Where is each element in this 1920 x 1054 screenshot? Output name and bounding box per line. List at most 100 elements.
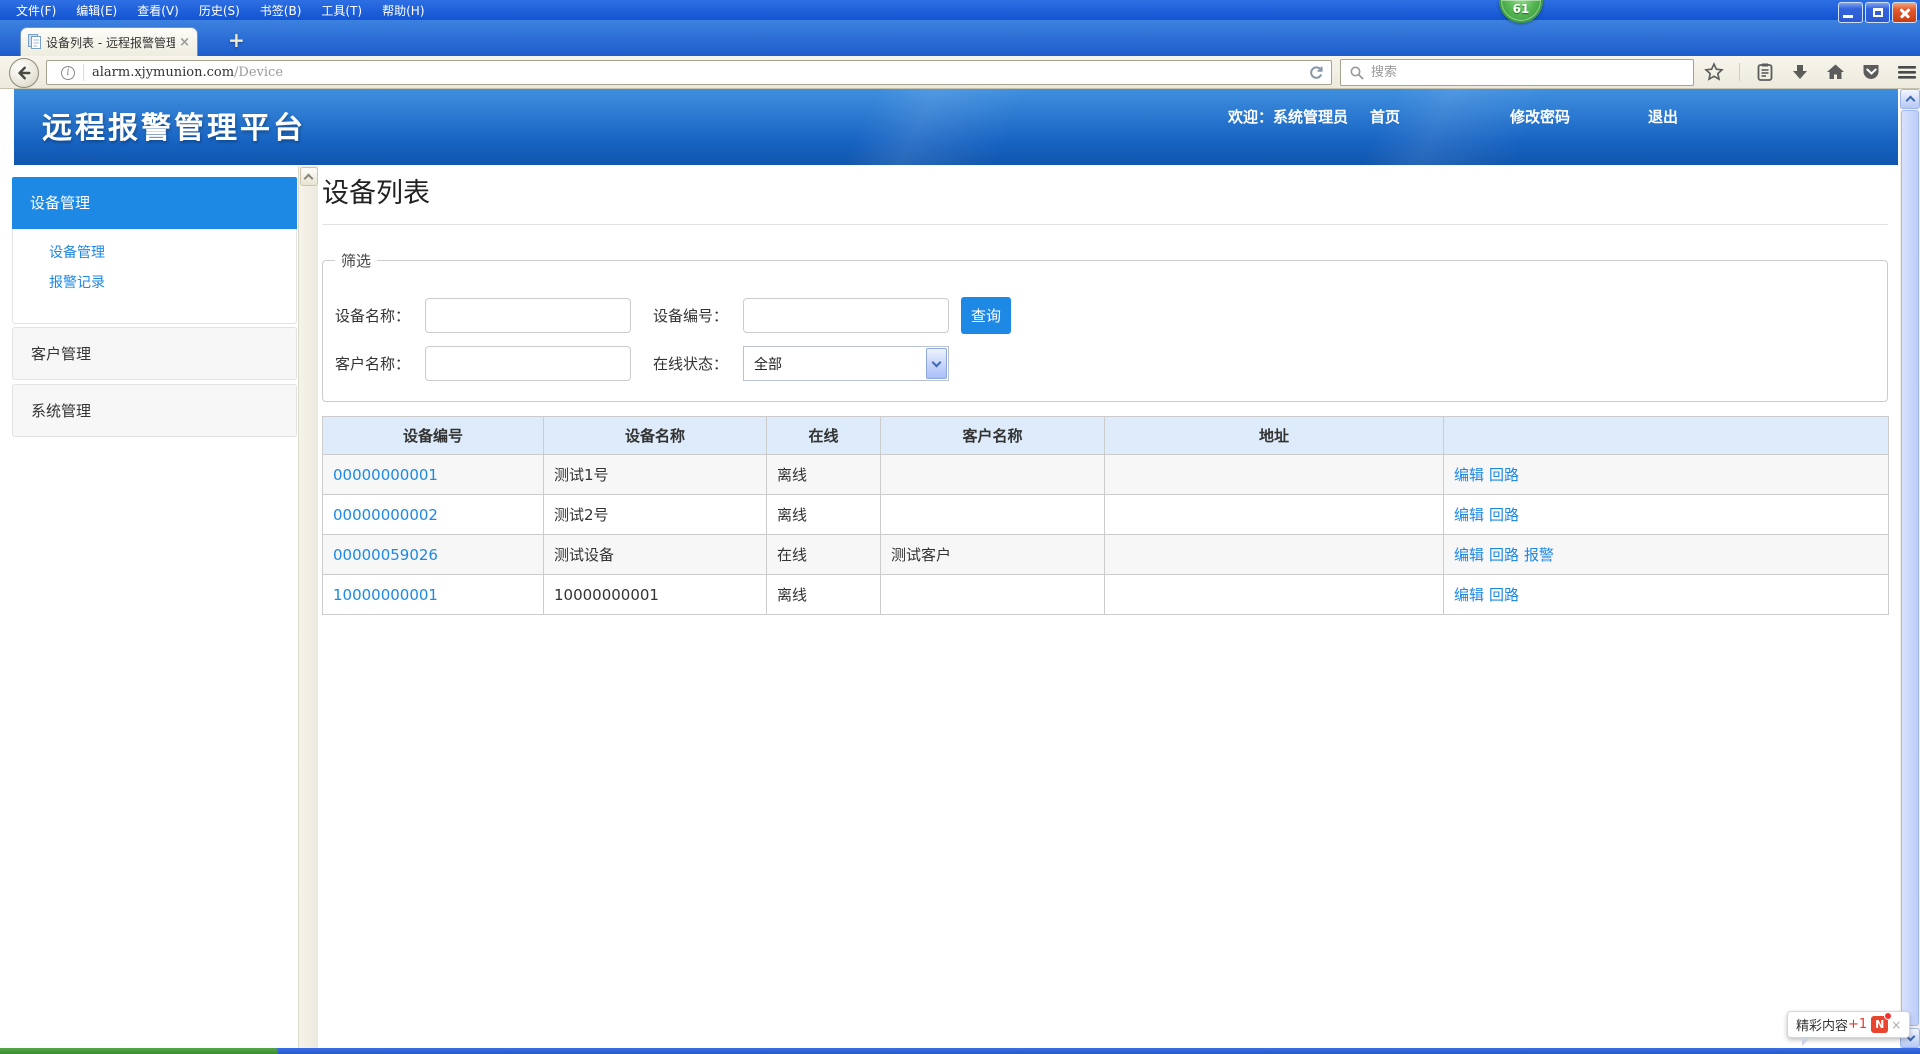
scrollbar-thumb[interactable] — [1901, 110, 1919, 1026]
new-tab-button[interactable]: + — [228, 30, 245, 50]
scroll-up-button[interactable] — [300, 167, 318, 186]
device-name-cell: 测试设备 — [544, 535, 767, 575]
bookmark-star-icon[interactable] — [1704, 62, 1724, 82]
nav-home-link[interactable]: 首页 — [1370, 106, 1400, 127]
col-online: 在线 — [767, 417, 881, 455]
restore-button[interactable] — [1865, 2, 1890, 23]
device-table: 设备编号 设备名称 在线 客户名称 地址 00000000001 测试1号 离线… — [322, 416, 1889, 615]
browser-search-box[interactable] — [1340, 59, 1694, 86]
loop-link[interactable]: 回路 — [1489, 466, 1519, 484]
tab-bar: 设备列表 - 远程报警管理… × + — [0, 20, 1920, 56]
sidebar-scrollbar[interactable] — [298, 166, 318, 1048]
customer-cell — [881, 575, 1105, 615]
url-bar[interactable]: i alarm.xjymunion.com/Device — [46, 60, 1332, 85]
select-dropdown-button[interactable] — [926, 348, 947, 379]
nav-logout-link[interactable]: 退出 — [1648, 106, 1678, 127]
edit-link[interactable]: 编辑 — [1454, 506, 1484, 524]
sidebar-section-customer-management[interactable]: 客户管理 — [12, 327, 297, 380]
download-icon[interactable] — [1790, 62, 1810, 82]
promo-popup[interactable]: 精彩内容 +1 N × — [1787, 1011, 1910, 1038]
customer-name-label: 客户名称： — [335, 353, 425, 374]
nav-change-password-link[interactable]: 修改密码 — [1510, 106, 1570, 127]
edit-link[interactable]: 编辑 — [1454, 466, 1484, 484]
menu-help[interactable]: 帮助(H) — [372, 0, 434, 21]
sidebar-section-device-management[interactable]: 设备管理 — [12, 177, 297, 229]
popup-tail — [1802, 1037, 1811, 1046]
sidebar-item-device-management[interactable]: 设备管理 — [49, 238, 105, 268]
minimize-button[interactable] — [1838, 2, 1863, 23]
chevron-up-icon — [1905, 96, 1915, 106]
home-icon[interactable] — [1825, 62, 1846, 82]
device-no-link[interactable]: 00000000001 — [333, 466, 438, 484]
site-info-icon[interactable]: i — [61, 66, 75, 80]
search-icon — [1349, 65, 1365, 81]
edit-link[interactable]: 编辑 — [1454, 586, 1484, 604]
menu-view[interactable]: 查看(V) — [127, 0, 189, 21]
alarm-link[interactable]: 报警 — [1524, 546, 1554, 564]
page-scrollbar[interactable] — [1900, 89, 1920, 1048]
loop-link[interactable]: 回路 — [1489, 506, 1519, 524]
loop-link[interactable]: 回路 — [1489, 586, 1519, 604]
pocket-icon[interactable] — [1861, 62, 1881, 82]
online-status-select[interactable]: 全部 — [743, 346, 949, 381]
menu-edit[interactable]: 编辑(E) — [66, 0, 127, 21]
browser-tab[interactable]: 设备列表 - 远程报警管理… × — [20, 27, 198, 56]
popup-close-icon[interactable]: × — [1891, 1018, 1901, 1032]
url-path: /Device — [234, 65, 283, 80]
table-row: 00000000002 测试2号 离线 编辑回路 — [323, 495, 1889, 535]
reload-button[interactable] — [1308, 65, 1324, 81]
tab-title: 设备列表 - 远程报警管理… — [46, 34, 175, 51]
menu-icon[interactable] — [1896, 62, 1918, 82]
device-no-link[interactable]: 00000059026 — [333, 546, 438, 564]
close-button[interactable] — [1892, 2, 1917, 23]
status-badge: 在线 — [767, 535, 881, 575]
sidebar-item-alarm-records[interactable]: 报警记录 — [49, 268, 105, 298]
url-text: alarm.xjymunion.com/Device — [92, 65, 283, 80]
filter-panel: 筛选 设备名称： 设备编号： 查询 客户名称： 在线状态： 全部 — [322, 250, 1888, 402]
page-title: 设备列表 — [322, 171, 1888, 210]
popup-count: +1 — [1848, 1017, 1867, 1032]
menu-bookmarks[interactable]: 书签(B) — [250, 0, 312, 21]
divider — [1739, 63, 1740, 81]
device-no-link[interactable]: 00000000002 — [333, 506, 438, 524]
news-app-letter: N — [1875, 1018, 1884, 1031]
divider — [83, 64, 84, 81]
popup-text: 精彩内容 — [1796, 1015, 1848, 1034]
filter-legend: 筛选 — [335, 250, 377, 271]
browser-menubar: 文件(F) 编辑(E) 查看(V) 历史(S) 书签(B) 工具(T) 帮助(H… — [0, 0, 1920, 20]
customer-name-input[interactable] — [425, 346, 631, 381]
filter-row-1: 设备名称： 设备编号： 查询 — [335, 297, 1887, 334]
bookmarks-library-icon[interactable] — [1755, 62, 1775, 82]
status-badge: 离线 — [767, 455, 881, 495]
tab-close-icon[interactable]: × — [179, 36, 190, 49]
device-no-link[interactable]: 10000000001 — [333, 586, 438, 604]
chevron-down-icon — [932, 357, 942, 367]
loop-link[interactable]: 回路 — [1489, 546, 1519, 564]
news-app-icon[interactable]: N — [1871, 1016, 1888, 1033]
start-button[interactable] — [0, 1048, 278, 1054]
menu-tools[interactable]: 工具(T) — [311, 0, 372, 21]
back-button[interactable] — [9, 58, 39, 88]
query-button[interactable]: 查询 — [961, 297, 1011, 334]
device-name-label: 设备名称： — [335, 305, 425, 326]
search-input[interactable] — [1371, 65, 1685, 80]
edit-link[interactable]: 编辑 — [1454, 546, 1484, 564]
sidebar-section-system-management[interactable]: 系统管理 — [12, 384, 297, 437]
welcome-text: 欢迎：系统管理员 — [1228, 106, 1348, 127]
col-actions — [1444, 417, 1889, 455]
toolbar-icons — [1704, 59, 1918, 85]
status-badge: 离线 — [767, 495, 881, 535]
table-header-row: 设备编号 设备名称 在线 客户名称 地址 — [323, 417, 1889, 455]
main-content: 设备列表 筛选 设备名称： 设备编号： 查询 客户名称： 在线状态： 全部 设备… — [322, 171, 1888, 615]
filter-row-2: 客户名称： 在线状态： 全部 — [335, 346, 1887, 381]
scroll-up-button[interactable] — [1900, 89, 1920, 109]
col-customer-name: 客户名称 — [881, 417, 1105, 455]
menu-history[interactable]: 历史(S) — [189, 0, 250, 21]
page-icon — [28, 34, 42, 50]
menu-file[interactable]: 文件(F) — [6, 0, 66, 21]
address-cell — [1105, 535, 1444, 575]
device-no-input[interactable] — [743, 298, 949, 333]
chevron-up-icon — [304, 173, 314, 183]
device-name-input[interactable] — [425, 298, 631, 333]
col-device-no: 设备编号 — [323, 417, 544, 455]
